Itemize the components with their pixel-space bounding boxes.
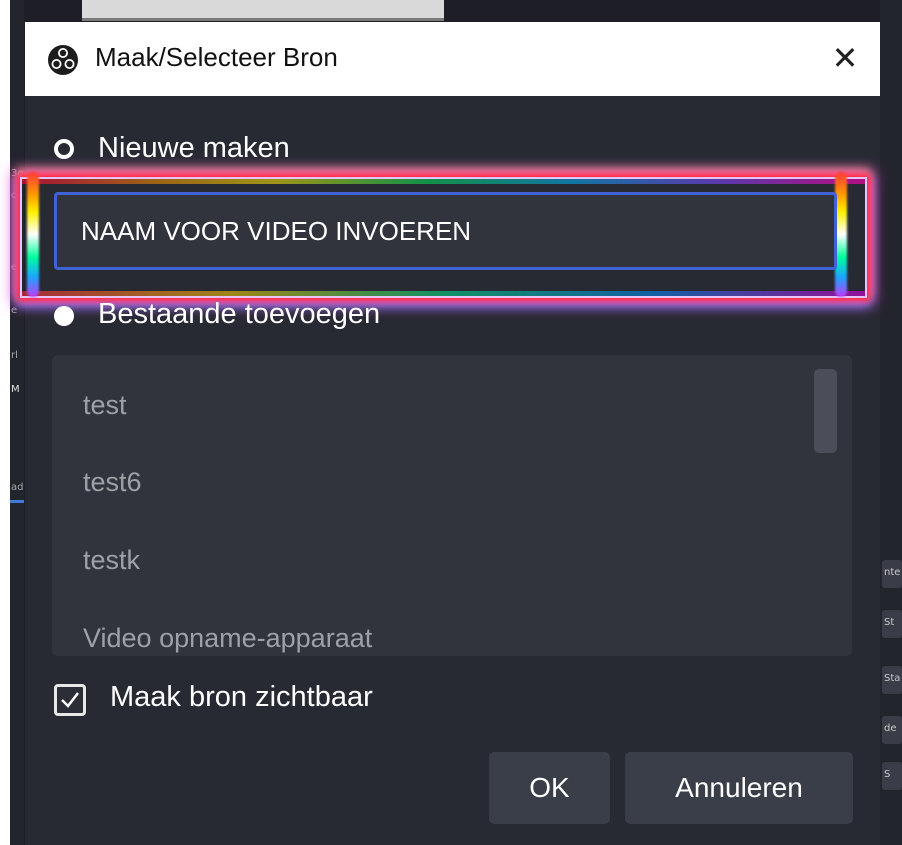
existing-sources-list[interactable]: test test6 testk Video opname-apparaat — [52, 355, 852, 656]
background-preview-strip — [82, 0, 444, 21]
background-left-accent — [10, 500, 24, 503]
background-left-fragment: e — [11, 262, 18, 273]
cancel-button[interactable]: Annuleren — [625, 752, 853, 824]
dialog-titlebar: Maak/Selecteer Bron ✕ — [25, 22, 880, 96]
rainbow-highlight-left — [27, 172, 39, 297]
list-item[interactable]: testk — [83, 545, 140, 576]
background-right-fragment: St — [884, 617, 895, 628]
dialog-title: Maak/Selecteer Bron — [95, 42, 338, 72]
new-source-radio[interactable] — [54, 139, 74, 159]
list-item[interactable]: test — [83, 390, 127, 421]
source-name-input[interactable] — [54, 192, 837, 270]
checkmark-icon — [61, 692, 79, 708]
existing-source-radio[interactable] — [54, 306, 74, 326]
new-source-label[interactable]: Nieuwe maken — [98, 132, 290, 165]
background-left-fragment: M — [11, 384, 20, 395]
close-icon[interactable]: ✕ — [825, 38, 865, 78]
background-right-fragment: nte — [884, 567, 901, 578]
background-left-column — [10, 0, 24, 845]
create-select-source-dialog: Maak/Selecteer Bron ✕ Nieuwe maken Besta… — [20, 22, 880, 845]
background-right-fragment: S — [884, 769, 891, 780]
list-item[interactable]: Video opname-apparaat — [83, 623, 372, 654]
background-left-fragment: rl — [11, 350, 18, 361]
visible-checkbox-label[interactable]: Maak bron zichtbaar — [110, 681, 373, 714]
background-left-fragment: ad — [11, 482, 24, 493]
ok-button[interactable]: OK — [489, 752, 610, 824]
background-left-fragment: e — [11, 305, 18, 316]
visible-checkbox[interactable] — [54, 684, 86, 716]
background-right-fragment: de — [884, 723, 897, 734]
list-scrollbar[interactable] — [814, 369, 837, 453]
existing-source-label[interactable]: Bestaande toevoegen — [98, 298, 380, 331]
obs-logo-icon — [48, 45, 78, 75]
background-right-fragment: Sta — [884, 673, 901, 684]
list-item[interactable]: test6 — [83, 467, 142, 498]
